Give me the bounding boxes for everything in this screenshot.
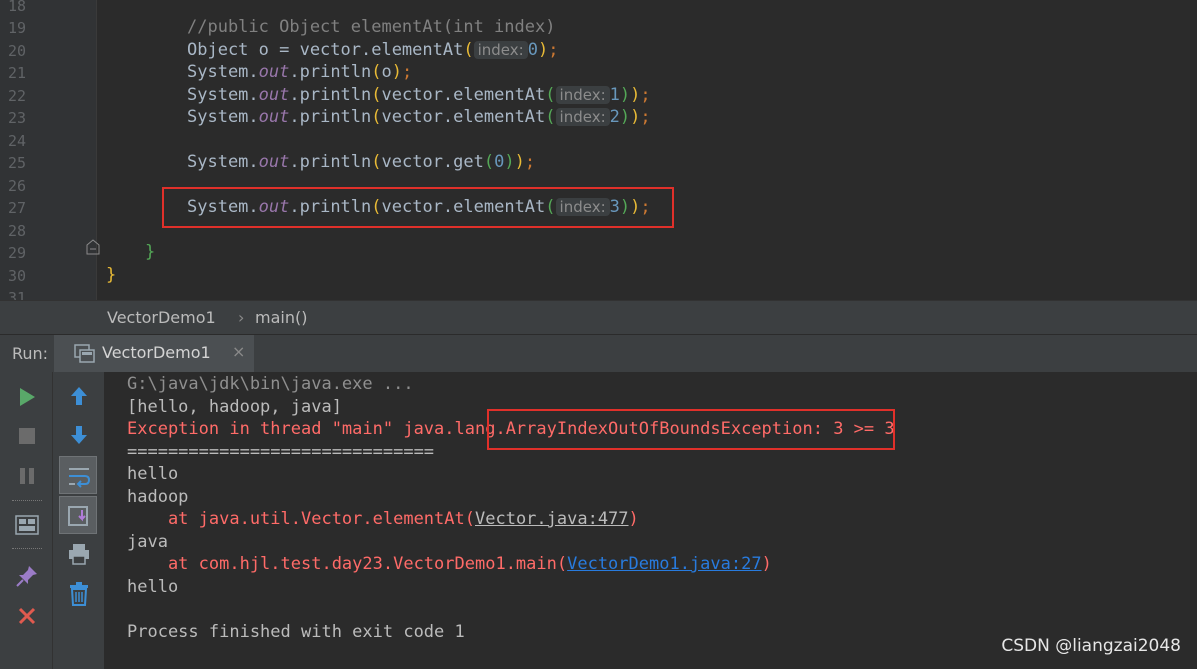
code-number: 2 [609,107,620,127]
breadcrumb: VectorDemo1 › main() [0,300,1197,335]
line-number: 27 [8,199,27,217]
toolbar-divider [12,500,42,501]
line-number: 30 [8,267,27,285]
console-stack-line: at com.hjl.test.day23.VectorDemo1.main(V… [127,553,772,575]
code-text: .println [289,107,372,127]
line-number: 18 [8,0,27,15]
console-line: java [127,532,168,552]
code-line-22: System.out.println(vector.elementAt(inde… [187,85,651,105]
line-gutter: 18 19 20 21 22 23 24 25 26 27 28 29 30 3… [0,0,97,300]
code-number: 0 [494,152,505,172]
line-number: 26 [8,177,27,195]
line-number: 22 [8,87,27,105]
console-line: G:\java\jdk\bin\java.exe ... [127,374,414,394]
down-arrow-icon[interactable] [63,419,95,451]
run-tab[interactable]: VectorDemo1 × [54,335,254,372]
code-line-23: System.out.println(vector.elementAt(inde… [187,107,651,127]
code-text: vector.elementAt [381,107,546,127]
line-number: 28 [8,222,27,240]
code-text: vector.get [381,152,484,172]
code-text: .println [289,85,372,105]
toolbar-divider [12,548,42,549]
code-field: out [258,107,290,127]
run-toolbar-primary [0,372,53,669]
line-number: 21 [8,64,27,82]
line-number: 19 [8,19,27,37]
code-brace: } [145,242,156,262]
pin-icon[interactable] [11,560,43,592]
run-toolwindow-header: Run: VectorDemo1 × [0,334,1197,373]
code-line-25: System.out.println(vector.get(0)); [187,152,536,172]
stack-link[interactable]: Vector.java:477 [475,509,629,529]
param-hint: index: [473,41,528,59]
console-line: hello [127,577,179,597]
trash-icon[interactable] [63,578,95,610]
stack-text: ) [628,509,639,529]
scroll-end-icon[interactable] [59,496,97,534]
line-number: 24 [8,132,27,150]
fold-marker-icon[interactable] [86,239,100,255]
code-comment: //public Object elementAt(int index) [187,17,556,37]
console-line: hello [127,464,179,484]
line-number: 29 [8,244,27,262]
code-text: vector.elementAt [381,85,546,105]
console-stack-line: at java.util.Vector.elementAt(Vector.jav… [127,508,639,530]
code-text: Object o = vector.elementAt [187,40,464,60]
code-field: out [258,62,290,82]
run-toolbar-secondary [53,372,105,669]
stack-text: at com.hjl.test.day23.VectorDemo1.main( [127,554,568,574]
line-number: 20 [8,42,27,60]
code-text: o [381,62,392,82]
up-arrow-icon[interactable] [63,380,95,412]
breadcrumb-method[interactable]: main() [255,308,307,327]
code-brace: } [106,265,117,285]
param-hint: index: [555,108,610,126]
code-text: .println [289,62,372,82]
code-text: System. [187,152,259,172]
code-editor[interactable]: 18 19 20 21 22 23 24 25 26 27 28 29 30 3… [0,0,1197,300]
print-icon[interactable] [63,538,95,570]
soft-wrap-icon[interactable] [59,456,97,494]
stack-text: ) [761,554,772,574]
code-text: .println [289,152,372,172]
watermark: CSDN @liangzai2048 [1001,636,1181,656]
line-number: 25 [8,154,27,172]
code-number: 1 [609,85,620,105]
stack-link[interactable]: VectorDemo1.java:27 [567,554,761,574]
run-label: Run: [12,344,49,363]
param-hint: index: [555,86,610,104]
line-number: 23 [8,109,27,127]
run-tab-label: VectorDemo1 [102,343,211,362]
console-icon [74,344,95,363]
rerun-icon[interactable] [11,381,43,413]
code-text: System. [187,107,259,127]
close-tab-icon[interactable]: × [232,342,245,361]
breadcrumb-separator: › [238,308,245,327]
code-number: 0 [527,40,538,60]
code-text: System. [187,85,259,105]
code-line-21: System.out.println(o); [187,62,413,82]
pause-icon[interactable] [11,460,43,492]
code-line-20: Object o = vector.elementAt(index: 0); [187,40,559,60]
code-field: out [258,85,290,105]
console-line: hadoop [127,487,189,507]
stop-icon[interactable] [11,420,43,452]
highlight-box [487,409,895,450]
breadcrumb-class[interactable]: VectorDemo1 [107,308,216,327]
console-line: [hello, hadoop, java] [127,397,342,417]
highlight-box [162,187,674,228]
line-number: 31 [8,289,27,300]
code-field: out [258,152,290,172]
layout-icon[interactable] [11,509,43,541]
stack-text: at java.util.Vector.elementAt( [127,509,475,529]
console-line: ============================== [127,442,435,462]
code-text: System. [187,62,259,82]
console-line: Process finished with exit code 1 [127,622,465,642]
close-icon[interactable] [11,600,43,632]
